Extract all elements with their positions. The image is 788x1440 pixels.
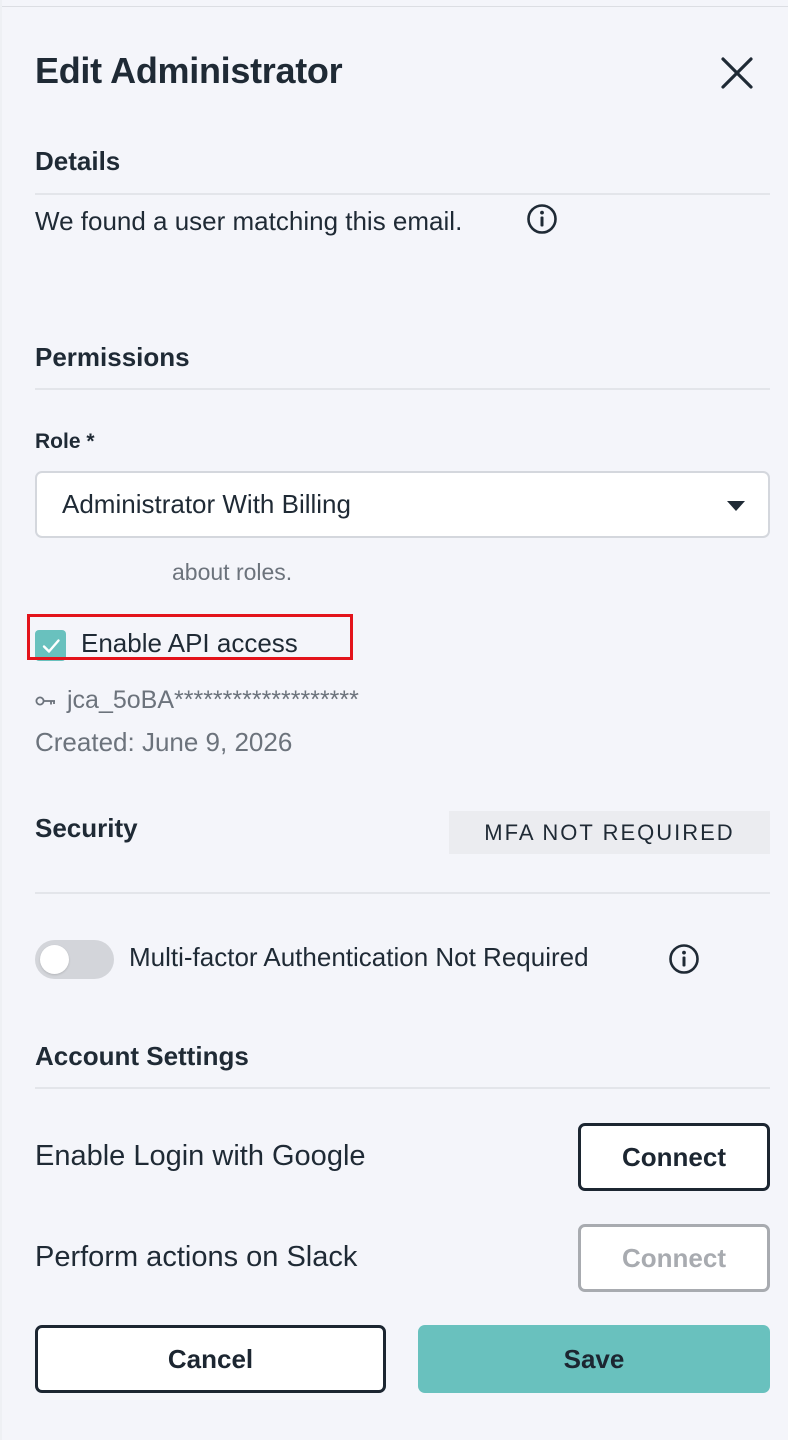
- google-login-label: Enable Login with Google: [35, 1140, 366, 1172]
- page-title: Edit Administrator: [35, 50, 343, 91]
- close-icon: [721, 57, 753, 89]
- permissions-divider: [35, 388, 770, 390]
- role-select-value: Administrator With Billing: [62, 489, 351, 519]
- enable-api-access-label: Enable API access: [81, 628, 298, 658]
- security-divider: [35, 892, 770, 894]
- mfa-toggle[interactable]: [35, 940, 114, 979]
- api-key-row: jca_5oBA*******************: [35, 686, 359, 715]
- save-button[interactable]: Save: [418, 1325, 770, 1393]
- close-button[interactable]: [714, 50, 760, 96]
- top-divider: [0, 6, 788, 7]
- mfa-info-icon[interactable]: [668, 943, 700, 975]
- mfa-status-badge: MFA NOT REQUIRED: [449, 811, 770, 854]
- roles-help-text: about roles.: [172, 559, 293, 585]
- toggle-knob: [40, 945, 69, 974]
- edit-administrator-panel: Edit Administrator Details We found a us…: [0, 0, 788, 1440]
- mfa-toggle-label: Multi-factor Authentication Not Required: [129, 942, 589, 972]
- permissions-section-title: Permissions: [35, 342, 190, 372]
- google-connect-button[interactable]: Connect: [578, 1123, 770, 1191]
- cancel-button[interactable]: Cancel: [35, 1325, 386, 1393]
- account-settings-section-title: Account Settings: [35, 1041, 249, 1071]
- details-section-title: Details: [35, 146, 121, 176]
- key-icon: [35, 696, 55, 705]
- info-icon[interactable]: [526, 203, 558, 235]
- security-section-title: Security: [35, 813, 138, 843]
- checkmark-icon: [42, 638, 60, 653]
- api-key-masked: jca_5oBA*******************: [67, 686, 359, 714]
- details-divider: [35, 193, 770, 195]
- slack-connect-button[interactable]: Connect: [578, 1224, 770, 1292]
- caret-down-icon: [727, 501, 745, 511]
- api-key-created-date: Created: June 9, 2026: [35, 727, 293, 757]
- user-match-message: We found a user matching this email.: [35, 206, 463, 236]
- role-select[interactable]: Administrator With Billing: [35, 471, 770, 538]
- account-settings-divider: [35, 1087, 770, 1089]
- enable-api-access-checkbox[interactable]: [35, 630, 66, 661]
- slack-actions-label: Perform actions on Slack: [35, 1241, 358, 1273]
- role-label: Role *: [35, 430, 95, 453]
- left-edge: [0, 0, 2, 1440]
